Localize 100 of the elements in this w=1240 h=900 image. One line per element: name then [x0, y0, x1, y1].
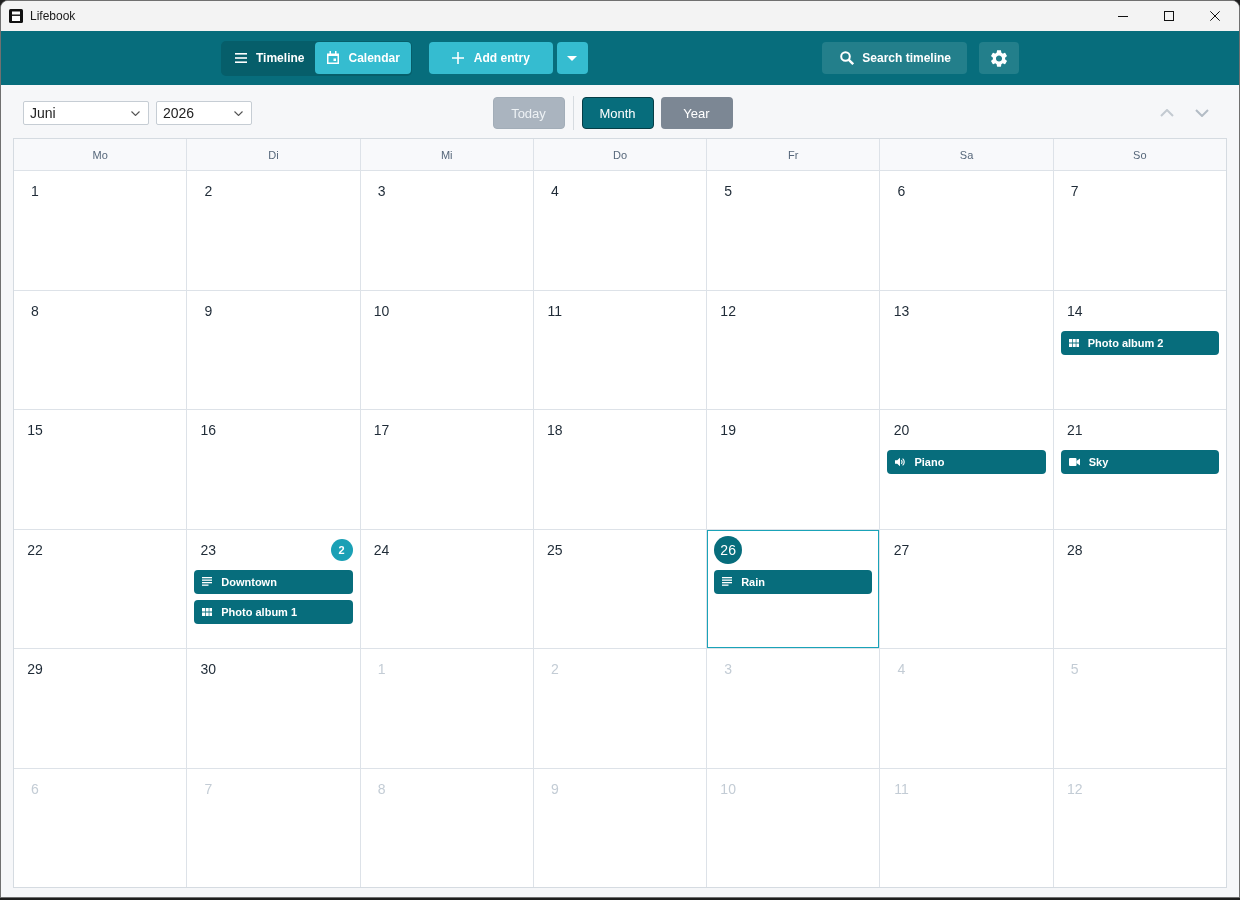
day-cell[interactable]: 23 2 Downtown Photo album 1 [187, 529, 360, 648]
weekday-label: Di [268, 148, 279, 161]
day-cell[interactable]: 15 [14, 410, 187, 529]
day-cell[interactable]: 21 Sky [1053, 410, 1226, 529]
day-number: 19 [719, 421, 737, 440]
app-logo-icon [9, 9, 23, 23]
day-cell[interactable]: 26 Rain [707, 529, 880, 648]
video-camera-icon [1068, 458, 1080, 466]
day-number: 15 [26, 421, 44, 440]
day-number: 29 [26, 660, 44, 679]
day-number: 20 [892, 421, 911, 440]
day-cell[interactable]: 6 [880, 171, 1053, 290]
maximize-icon [1164, 11, 1174, 21]
day-cell[interactable]: 17 [360, 410, 533, 529]
settings-icon [991, 49, 1007, 67]
menu-icon [235, 52, 247, 63]
day-number: 4 [549, 182, 560, 201]
speaker-icon [895, 457, 906, 467]
chevron-down-icon [234, 110, 243, 116]
day-cell[interactable]: 30 [187, 649, 360, 768]
day-number: 9 [549, 779, 560, 799]
calendar-entry[interactable]: Photo album 1 [194, 599, 353, 624]
day-cell[interactable]: 3 [360, 171, 533, 290]
day-number: 3 [723, 660, 734, 679]
day-cell[interactable]: 20 Piano [880, 410, 1053, 529]
day-cell[interactable]: 4 [533, 171, 707, 290]
day-number: 18 [546, 421, 564, 440]
calendar-entry[interactable]: Downtown [194, 569, 353, 594]
weekday-label: Mo [92, 148, 108, 161]
day-cell[interactable]: 10 [360, 290, 533, 409]
day-cell[interactable]: 5 [707, 171, 880, 290]
day-number: 2 [203, 182, 214, 201]
calendar-entry[interactable]: Sky [1060, 450, 1219, 474]
day-number: 8 [30, 301, 40, 321]
day-number: 22 [26, 540, 44, 560]
day-number: 24 [372, 540, 391, 560]
day-number: 8 [376, 779, 387, 799]
view-tab[interactable]: Timeline [223, 41, 316, 74]
plus-icon [451, 52, 464, 64]
day-number: 1 [30, 182, 40, 201]
day-cell[interactable]: 12 [707, 290, 880, 409]
day-number: 10 [372, 301, 391, 321]
day-cell[interactable]: 27 [880, 529, 1053, 648]
day-cell[interactable]: 14 Photo album 2 [1053, 290, 1226, 409]
calendar-entry[interactable]: Photo album 2 [1060, 330, 1219, 355]
add-options-button[interactable] [556, 42, 588, 74]
day-number: 4 [896, 660, 907, 679]
weekday-label: Mi [440, 148, 453, 161]
day-number: 1 [376, 660, 387, 679]
day-cell[interactable]: 19 [707, 410, 880, 529]
day-number: 30 [199, 660, 218, 679]
calendar-icon [327, 51, 340, 64]
minimize-icon [1118, 15, 1128, 17]
day-number: 12 [719, 301, 737, 321]
month-select[interactable]: Juni [23, 101, 149, 125]
search-timeline-button[interactable]: Search timeline [822, 42, 967, 74]
count-badge: 2 [330, 538, 353, 561]
day-cell[interactable]: 9 [187, 290, 360, 409]
grid-icon [202, 607, 213, 616]
day-number: 7 [203, 779, 214, 799]
close-icon [1210, 11, 1220, 21]
text-lines-icon [722, 577, 733, 586]
day-number: 7 [1069, 182, 1080, 201]
text-lines-icon [202, 577, 213, 586]
day-number: 27 [892, 540, 911, 560]
day-cell[interactable]: 2 [187, 171, 360, 290]
day-cell[interactable]: 22 [14, 529, 187, 648]
day-number: 6 [896, 182, 907, 201]
day-number: 17 [372, 421, 391, 440]
calendar-entry[interactable]: Rain [714, 569, 873, 594]
day-number: 6 [30, 779, 40, 799]
day-cell[interactable]: 28 [1053, 529, 1226, 648]
range-tab[interactable]: Month [581, 97, 654, 129]
search-icon [840, 51, 855, 65]
day-cell[interactable]: 8 [14, 290, 187, 409]
day-cell[interactable]: 16 [187, 410, 360, 529]
day-number: 25 [546, 540, 564, 560]
day-number: 28 [1065, 540, 1084, 560]
day-cell[interactable]: 24 [360, 529, 533, 648]
weekday-label: Fr [788, 148, 799, 161]
day-number: 11 [893, 779, 910, 799]
calendar-entry[interactable]: Piano [887, 450, 1046, 474]
day-number: 3 [376, 182, 387, 201]
day-cell[interactable]: 18 [533, 410, 707, 529]
weekday-label: Do [612, 148, 627, 161]
day-cell[interactable]: 25 [533, 529, 707, 648]
day-cell[interactable]: 7 [1053, 171, 1226, 290]
weekday-label: So [1133, 148, 1147, 161]
day-number: 9 [203, 301, 214, 321]
day-cell[interactable]: 13 [880, 290, 1053, 409]
day-number: 23 [199, 540, 218, 560]
day-number: 2 [549, 660, 560, 679]
year-select[interactable]: 2026 [156, 101, 252, 125]
day-cell[interactable]: 1 [14, 171, 187, 290]
day-cell[interactable]: 11 [533, 290, 707, 409]
range-tab[interactable]: Year [660, 97, 733, 129]
window-title: Lifebook [30, 9, 76, 23]
day-cell[interactable]: 29 [14, 649, 187, 768]
settings-button[interactable] [979, 42, 1019, 74]
day-number: 11 [546, 301, 564, 321]
